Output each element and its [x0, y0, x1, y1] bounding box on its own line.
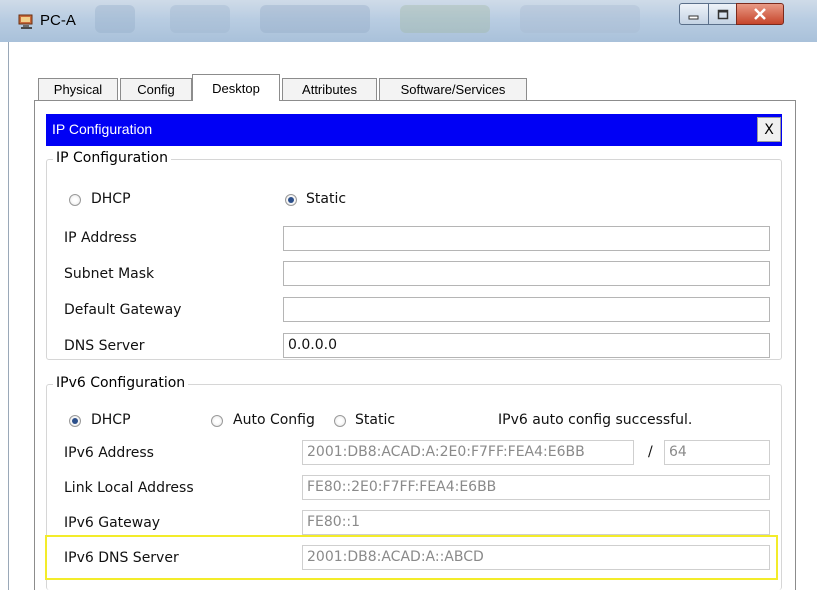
dns-server-field[interactable]: 0.0.0.0 [283, 333, 770, 358]
tab-physical[interactable]: Physical [38, 78, 118, 100]
title-bar[interactable]: PC-A [0, 0, 817, 42]
ipv4-dhcp-label: DHCP [91, 191, 131, 207]
link-local-address-label: Link Local Address [64, 480, 194, 496]
dns-server-label: DNS Server [64, 338, 145, 354]
maximize-button[interactable] [708, 3, 737, 25]
title-bar-decoration [170, 5, 230, 33]
subnet-mask-label: Subnet Mask [64, 266, 155, 282]
minimize-icon [688, 5, 700, 24]
ip-configuration-group-title: IP Configuration [53, 150, 171, 166]
tab-desktop[interactable]: Desktop [192, 74, 280, 101]
subnet-mask-field[interactable] [283, 261, 770, 286]
ipv6-static-radio[interactable] [334, 415, 346, 427]
pc-a-window: PC-A Physical Config Desktop Attributes … [0, 0, 817, 590]
tab-config[interactable]: Config [120, 78, 192, 100]
ipv4-static-radio[interactable] [285, 194, 297, 206]
minimize-button[interactable] [679, 3, 709, 25]
ip-configuration-header-title: IP Configuration [52, 121, 153, 137]
ip-address-label: IP Address [64, 230, 137, 246]
ipv6-static-label: Static [355, 412, 396, 428]
default-gateway-field[interactable] [283, 297, 770, 322]
title-bar-decoration [520, 5, 640, 33]
ipv6-dns-server-highlight [45, 535, 778, 580]
close-window-button[interactable] [736, 3, 784, 25]
title-bar-decoration [400, 5, 490, 33]
ipv6-gateway-label: IPv6 Gateway [64, 515, 161, 531]
ipv4-dhcp-radio[interactable] [69, 194, 81, 206]
ip-address-field[interactable] [283, 226, 770, 251]
ipv6-dhcp-radio[interactable] [69, 415, 81, 427]
ipv6-configuration-group-title: IPv6 Configuration [53, 375, 189, 391]
title-bar-decoration [260, 5, 370, 33]
ip-configuration-group [46, 159, 782, 360]
link-local-address-field[interactable]: FE80::2E0:F7FF:FEA4:E6BB [302, 475, 770, 500]
ipv6-address-label: IPv6 Address [64, 445, 154, 461]
ipv6-prefix-field[interactable]: 64 [664, 440, 770, 465]
ipv4-static-label: Static [306, 191, 347, 207]
ipv6-auto-config-radio[interactable] [211, 415, 223, 427]
prefix-separator: / [648, 444, 653, 460]
ipv6-auto-config-label: Auto Config [233, 412, 315, 428]
ip-configuration-close-button[interactable]: X [757, 117, 781, 142]
tab-attributes[interactable]: Attributes [282, 78, 377, 100]
ipv6-address-field[interactable]: 2001:DB8:ACAD:A:2E0:F7FF:FEA4:E6BB [302, 440, 634, 465]
window-title: PC-A [40, 12, 76, 29]
packet-tracer-pc-icon [18, 13, 35, 30]
close-icon [753, 5, 767, 24]
ip-configuration-header [46, 114, 782, 146]
ipv6-status-text: IPv6 auto config successful. [498, 412, 693, 428]
title-bar-decoration [95, 5, 135, 33]
ipv6-gateway-field[interactable]: FE80::1 [302, 510, 770, 535]
default-gateway-label: Default Gateway [64, 302, 182, 318]
tab-software-services[interactable]: Software/Services [379, 78, 527, 100]
ipv6-dhcp-label: DHCP [91, 412, 131, 428]
maximize-icon [717, 5, 729, 24]
